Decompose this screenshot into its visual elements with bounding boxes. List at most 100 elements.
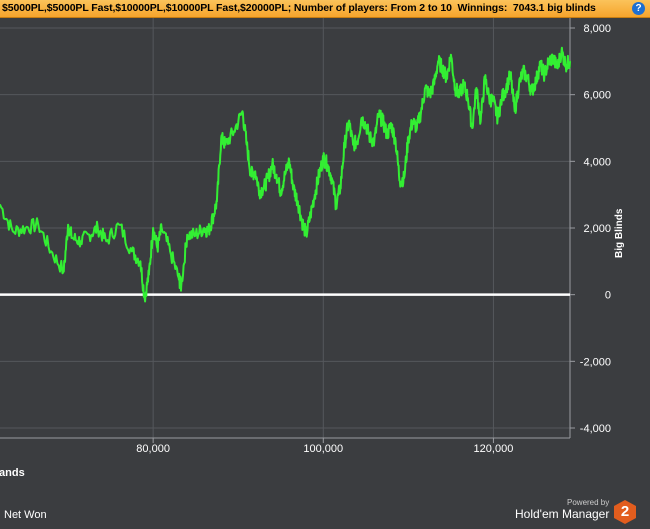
- report-header-bar: $5000PL,$5000PL Fast,$10000PL,$10000PL F…: [0, 0, 650, 18]
- data-point: [63, 270, 65, 273]
- help-icon[interactable]: ?: [632, 2, 645, 15]
- data-point: [348, 120, 350, 123]
- data-point: [454, 87, 456, 89]
- data-point: [496, 117, 499, 119]
- data-point: [71, 237, 74, 239]
- data-point: [326, 163, 329, 166]
- data-point: [67, 223, 69, 226]
- data-point: [522, 70, 525, 73]
- data-point: [207, 230, 210, 233]
- data-point: [352, 143, 354, 146]
- data-point: [373, 140, 376, 143]
- data-point: [224, 143, 227, 146]
- data-point: [301, 220, 303, 223]
- data-point: [143, 297, 146, 299]
- data-point: [292, 187, 295, 189]
- data-point: [488, 97, 490, 99]
- data-point: [313, 193, 316, 196]
- data-point: [309, 213, 312, 216]
- data-point: [356, 140, 359, 143]
- data-point: [254, 170, 257, 173]
- data-point: [462, 83, 465, 86]
- data-point: [433, 83, 435, 86]
- powered-by-label: Powered by: [567, 498, 610, 507]
- data-point: [569, 60, 571, 63]
- data-point: [526, 77, 529, 79]
- data-point: [118, 223, 120, 226]
- data-point: [479, 120, 482, 123]
- winnings-label: Winnings:: [457, 2, 508, 14]
- data-point: [403, 177, 405, 179]
- series-layer: [0, 46, 571, 303]
- x-tick-label: 80,000: [136, 443, 170, 455]
- filter-title: $5000PL,$5000PL Fast,$10000PL,$10000PL F…: [2, 2, 452, 14]
- data-point: [148, 273, 150, 276]
- data-point: [556, 67, 559, 69]
- data-point: [160, 227, 163, 229]
- data-point: [416, 127, 418, 129]
- data-point: [513, 110, 516, 113]
- data-point: [424, 87, 427, 89]
- data-point: [535, 80, 537, 83]
- data-point: [475, 87, 478, 89]
- x-tick-label: 120,000: [474, 443, 514, 455]
- data-point: [211, 217, 214, 219]
- data-point: [501, 97, 503, 99]
- data-point: [288, 160, 291, 163]
- data-point: [322, 157, 325, 159]
- y-tick-label: -2,000: [580, 356, 611, 368]
- data-point: [11, 230, 14, 233]
- data-point: [365, 123, 367, 126]
- winnings-chart: 8,000 6,000 4,000 2,000 0 -2,000 -4,000 80,000…: [0, 18, 611, 455]
- data-point: [394, 140, 397, 143]
- data-point: [220, 137, 222, 139]
- brand-name: Hold'em Manager: [515, 507, 610, 521]
- data-point: [445, 77, 448, 79]
- data-point: [296, 200, 299, 203]
- y-tick-label: 2,000: [583, 223, 611, 235]
- data-point: [262, 187, 265, 189]
- y-axis-title: Big Blinds: [614, 208, 625, 258]
- data-point: [156, 247, 159, 249]
- legend-net-won[interactable]: Net Won: [4, 509, 47, 521]
- data-point: [271, 163, 274, 166]
- data-point: [241, 110, 244, 113]
- data-point: [330, 177, 333, 179]
- data-point: [509, 73, 512, 76]
- data-point: [552, 57, 554, 59]
- data-point: [50, 250, 52, 253]
- data-point: [360, 117, 363, 119]
- data-point: [24, 227, 27, 229]
- data-point: [80, 240, 82, 243]
- data-point: [305, 233, 308, 236]
- data-point: [258, 190, 261, 193]
- data-point: [543, 73, 546, 76]
- data-point: [37, 223, 40, 226]
- data-point: [505, 87, 507, 89]
- data-point: [279, 190, 282, 193]
- data-point: [407, 137, 410, 139]
- data-point: [411, 120, 414, 123]
- data-point: [441, 67, 444, 69]
- data-point: [233, 130, 235, 133]
- data-point: [194, 233, 197, 236]
- y-tick-label: 6,000: [583, 90, 611, 102]
- y-tick-label: -4,000: [580, 423, 611, 435]
- x-axis-title: lands: [0, 467, 25, 479]
- data-point: [450, 53, 452, 56]
- data-point: [437, 60, 439, 63]
- data-point: [203, 227, 205, 229]
- data-point: [139, 260, 142, 263]
- filter-summary: $5000PL,$5000PL Fast,$10000PL,$10000PL F…: [2, 2, 596, 14]
- data-point: [428, 93, 431, 96]
- x-tick-label: 100,000: [303, 443, 343, 455]
- data-point: [369, 137, 371, 139]
- data-point: [484, 77, 486, 79]
- data-point: [458, 93, 461, 96]
- data-point: [339, 187, 342, 189]
- data-point: [131, 250, 133, 253]
- data-point: [492, 100, 495, 103]
- data-point: [284, 173, 286, 176]
- data-point: [245, 143, 248, 146]
- data-point: [390, 123, 393, 126]
